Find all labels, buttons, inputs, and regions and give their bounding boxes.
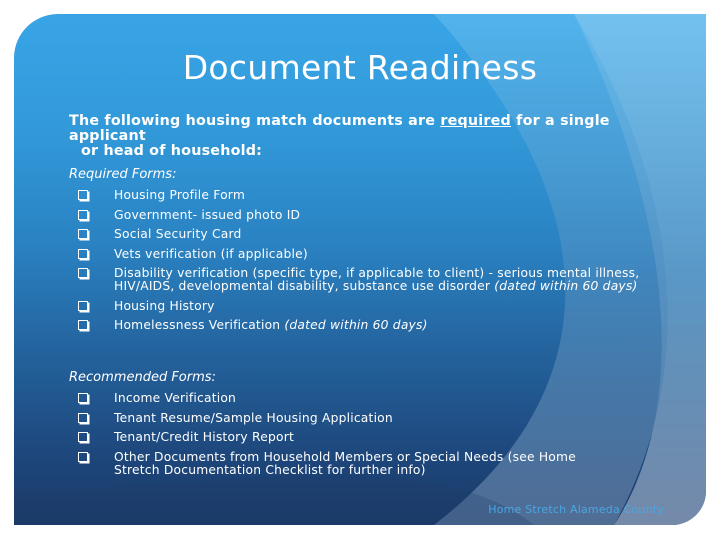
square-bullet-icon <box>78 320 88 330</box>
square-bullet-icon <box>78 248 88 259</box>
item-text: Income Verification <box>114 391 237 405</box>
required-item: Housing Profile Form <box>62 189 682 202</box>
intro-emphasis-required: required <box>440 113 511 129</box>
intro-text: The following housing match documents ar… <box>69 114 669 159</box>
item-text: Homelessness Verification <box>114 318 285 332</box>
recommended-item: Tenant/Credit History Report <box>62 431 682 444</box>
item-text: Housing History <box>114 298 215 313</box>
required-item: Social Security Card <box>62 228 682 241</box>
item-note: (dated within 60 days) <box>494 279 638 293</box>
slide-title: Document Readiness <box>182 48 538 87</box>
square-bullet-icon <box>78 209 88 220</box>
recommended-forms-list: Income Verification Tenant Resume/Sample… <box>62 392 682 483</box>
required-item: Vets verification (if applicable) <box>62 246 682 261</box>
intro-line2: or head of household: <box>81 143 263 159</box>
item-text: Government- issued photo ID <box>114 207 301 222</box>
intro-before: The following housing match documents ar… <box>69 113 441 129</box>
square-bullet-icon <box>78 451 88 462</box>
item-text: Housing Profile Form <box>114 188 246 202</box>
square-bullet-icon <box>78 229 88 239</box>
square-bullet-icon <box>78 432 88 442</box>
required-forms-list: Housing Profile Form Government- issued … <box>62 189 682 339</box>
square-bullet-icon <box>78 300 88 311</box>
recommended-forms-label: Recommended Forms: <box>69 370 216 385</box>
square-bullet-icon <box>78 190 88 200</box>
item-note: (dated within 60 days) <box>284 318 428 332</box>
recommended-item: Tenant Resume/Sample Housing Application <box>62 410 682 425</box>
required-forms-label: Required Forms: <box>69 167 177 182</box>
required-item: Housing History <box>62 298 682 313</box>
required-item: Disability verification (specific type, … <box>62 267 682 293</box>
item-text: Vets verification (if applicable) <box>114 246 308 261</box>
item-text: Other Documents from Household Members o… <box>114 449 576 477</box>
required-item: Homelessness Verification (dated within … <box>62 319 682 332</box>
item-text: Social Security Card <box>114 227 242 241</box>
footer-text: Home Stretch Alameda County <box>488 503 664 516</box>
square-bullet-icon <box>78 268 88 278</box>
item-text: Tenant Resume/Sample Housing Application <box>114 410 393 425</box>
recommended-item: Income Verification <box>62 392 682 405</box>
required-item: Government- issued photo ID <box>62 207 682 222</box>
item-text: Tenant/Credit History Report <box>114 430 294 444</box>
recommended-item: Other Documents from Household Members o… <box>62 449 682 477</box>
square-bullet-icon <box>78 393 88 403</box>
slide: Document Readiness The following housing… <box>14 14 706 525</box>
square-bullet-icon <box>78 412 88 423</box>
